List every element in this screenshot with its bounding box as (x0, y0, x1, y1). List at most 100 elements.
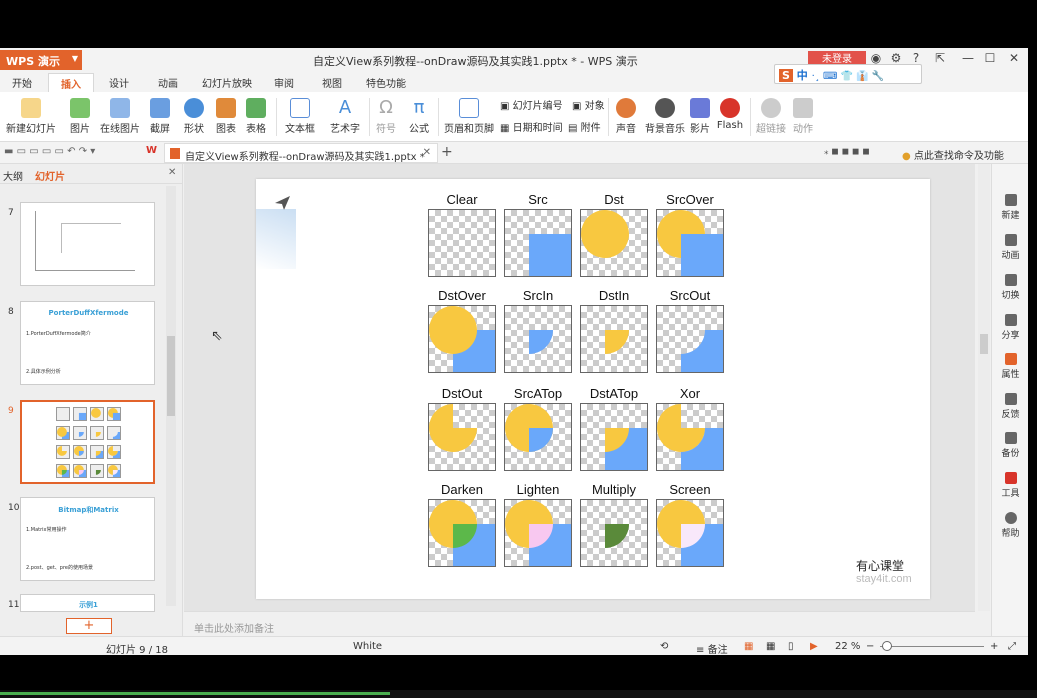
zoom-slider[interactable] (880, 641, 984, 651)
undo-history-icon[interactable]: ⟲ (660, 641, 668, 652)
ime-mode[interactable]: 中 (797, 69, 808, 82)
zoom-in-icon[interactable]: + (990, 641, 998, 652)
close-tab-icon[interactable]: ✕ (423, 147, 431, 158)
label: 在线图片 (100, 124, 140, 135)
tab-design[interactable]: 设计 (109, 75, 129, 90)
help-icon[interactable]: ? (906, 51, 926, 65)
maximize-icon[interactable]: ☐ (980, 51, 1000, 65)
mini-cell (73, 464, 87, 478)
tab-special[interactable]: 特色功能 (366, 75, 406, 90)
current-slide[interactable]: Clear Src Dst SrcOver DstOver SrcIn DstIn SrcOu… (211, 179, 930, 599)
task-share[interactable]: 分享 (992, 314, 1029, 341)
backup-icon (1004, 432, 1017, 444)
tab-view[interactable]: 视图 (322, 75, 342, 90)
settings-icon[interactable]: ⚙ (886, 51, 906, 65)
view-toggle-icons[interactable]: ⁎ ◼ ◼ ◼ ◼ (824, 147, 870, 157)
sorter-view-icon[interactable]: ▦ (766, 641, 775, 652)
minimize-icon[interactable]: — (958, 51, 978, 65)
mini-cell (90, 407, 104, 421)
task-backup[interactable]: 备份 (992, 432, 1029, 459)
tab-insert[interactable]: 插入 (48, 73, 94, 93)
datetime-button[interactable]: ▦ 日期和时间 (500, 119, 563, 134)
task-animation[interactable]: 动画 (992, 234, 1029, 261)
thumbnail-11[interactable]: 11 示例1 (0, 594, 165, 612)
new-tab-icon[interactable]: + (441, 144, 453, 160)
online-picture-button[interactable]: 在线图片 (99, 98, 141, 135)
attachment-button[interactable]: ▤ 附件 (568, 119, 601, 134)
sound-button[interactable]: 声音 (614, 98, 638, 135)
scroll-thumb[interactable] (167, 336, 175, 416)
label: 图片 (70, 124, 90, 135)
task-transition[interactable]: 切换 (992, 274, 1029, 301)
mode-cell (428, 209, 496, 277)
action-button[interactable]: 动作 (790, 98, 816, 135)
slide-thumbnail-active[interactable] (20, 400, 155, 484)
zoom-out-icon[interactable]: − (866, 641, 874, 652)
task-tools[interactable]: 工具 (992, 472, 1029, 499)
slide-thumbnail[interactable] (20, 202, 155, 286)
tab-slides[interactable]: 幻灯片 (35, 168, 65, 183)
header-footer-button[interactable]: 页眉和页脚 (442, 98, 496, 135)
play-slideshow-icon[interactable]: ▶ (810, 641, 818, 652)
slide-number-button[interactable]: ▣ 幻灯片编号 (500, 97, 563, 112)
window-title: 自定义View系列教程--onDraw源码及其实践1.pptx * - WPS … (313, 55, 638, 68)
tab-animation[interactable]: 动画 (158, 75, 178, 90)
search-command[interactable]: ● 点此查找命令及功能 (902, 147, 1004, 162)
zoom-slider-handle[interactable] (882, 641, 892, 651)
art-text-button[interactable]: A 艺术字 (325, 98, 365, 136)
tab-outline[interactable]: 大纲 (3, 168, 23, 183)
skin-icon[interactable]: ◉ (866, 51, 886, 65)
textbox-button[interactable]: 文本框 (282, 98, 318, 135)
notes-toggle[interactable]: ≡ 备注 (696, 641, 728, 656)
new-slide-button[interactable]: 新建幻灯片 (2, 98, 60, 135)
tab-slideshow[interactable]: 幻灯片放映 (202, 75, 252, 90)
shape-button[interactable]: 形状 (179, 98, 209, 135)
wps-menu-button[interactable]: WPS 演示 ▼ (0, 50, 82, 70)
task-new[interactable]: 新建 (992, 194, 1029, 221)
notes-area[interactable]: 单击此处添加备注 (184, 611, 975, 636)
ime-tools[interactable]: ·¸ ⌨ 👕 👔 🔧 (812, 71, 885, 82)
label: 文本框 (285, 124, 315, 135)
fit-window-icon[interactable]: ⤢ (1008, 641, 1016, 652)
task-feedback[interactable]: 反馈 (992, 393, 1029, 420)
picture-button[interactable]: 图片 (62, 98, 98, 135)
document-tab[interactable]: 自定义View系列教程--onDraw源码及其实践1.pptx * ✕ (164, 143, 438, 163)
normal-view-icon[interactable]: ▦ (744, 641, 753, 652)
task-properties[interactable]: 属性 (992, 353, 1029, 380)
label: 形状 (184, 124, 204, 135)
object-button[interactable]: ▣ 对象 (572, 97, 605, 112)
mode-cell (580, 209, 648, 277)
quick-access-toolbar[interactable]: ▬ ▭ ▭ ▭ ▭ ↶ ↷ ▾ (4, 146, 95, 157)
task-help[interactable]: 帮助 (992, 512, 1029, 539)
screenshot-button[interactable]: 截屏 (145, 98, 175, 135)
tab-review[interactable]: 审阅 (274, 75, 294, 90)
thumb-line (61, 223, 121, 224)
table-button[interactable]: 表格 (242, 98, 270, 135)
search-command-label: 点此查找命令及功能 (913, 151, 1004, 162)
label: Flash (716, 120, 744, 131)
chart-button[interactable]: 图表 (214, 98, 238, 135)
scroll-thumb[interactable] (980, 334, 988, 354)
video-button[interactable]: 影片 (688, 98, 712, 135)
ime-toolbar[interactable]: S 中 ·¸ ⌨ 👕 👔 🔧 (774, 64, 922, 84)
formula-button[interactable]: π 公式 (406, 98, 432, 136)
label: 声音 (616, 124, 636, 135)
close-panel-icon[interactable]: ✕ (168, 167, 176, 178)
symbol-button[interactable]: Ω 符号 (373, 98, 399, 136)
hyperlink-button[interactable]: 超链接 (754, 98, 788, 135)
separator (276, 98, 277, 136)
tab-home[interactable]: 开始 (12, 75, 32, 90)
restore-layout-icon[interactable]: ⇱ (930, 51, 950, 65)
editor-scrollbar[interactable] (978, 164, 990, 611)
slide-thumbnail[interactable]: 示例1 (20, 594, 155, 612)
document-tab-title: 自定义View系列教程--onDraw源码及其实践1.pptx * (185, 152, 425, 163)
flash-button[interactable]: Flash (715, 98, 745, 131)
reading-view-icon[interactable]: ▯ (788, 641, 794, 652)
label: 日期和时间 (512, 123, 563, 134)
close-icon[interactable]: ✕ (1004, 51, 1024, 65)
slide-thumbnail[interactable]: PorterDuffXfermode 1.PorterDuffXfermode简… (20, 301, 155, 385)
thumbnail-scrollbar[interactable] (166, 186, 176, 606)
bg-music-button[interactable]: 背景音乐 (643, 98, 687, 135)
add-slide-button[interactable]: + (66, 618, 112, 634)
slide-thumbnail[interactable]: Bitmap和Matrix 1.Matrix常用操作 2.post、get、pr… (20, 497, 155, 581)
